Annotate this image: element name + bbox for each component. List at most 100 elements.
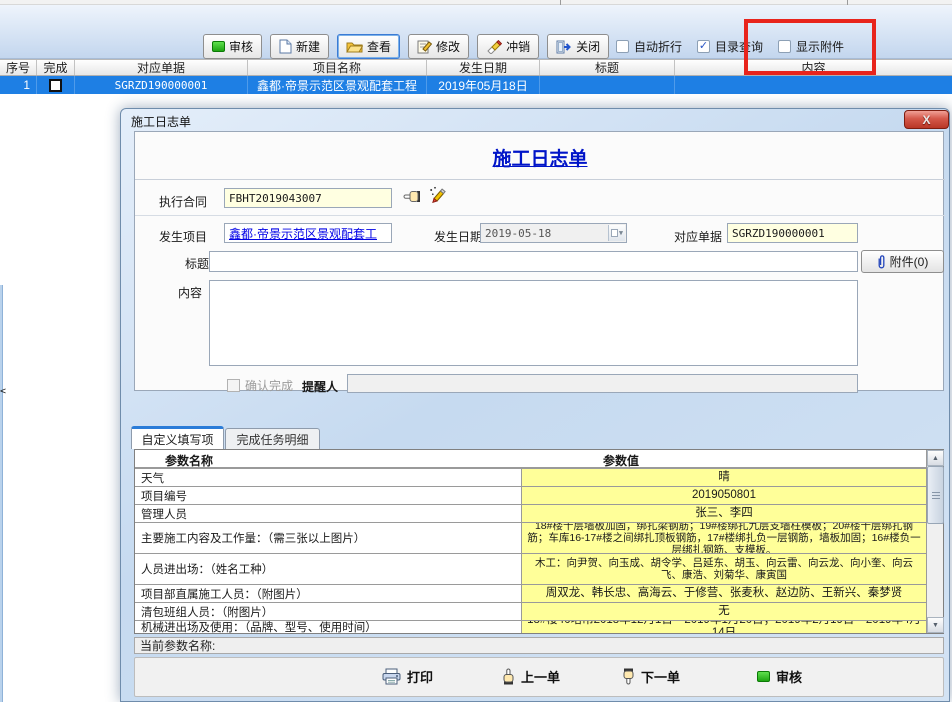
date-value: 2019-05-18 xyxy=(485,227,551,240)
grid-col-content[interactable]: 内容 xyxy=(675,60,952,75)
row-date: 2019年05月18日 xyxy=(427,76,540,94)
param-value[interactable]: 无 xyxy=(522,603,926,620)
row-project-name: 鑫都·帝景示范区景观配套工程 xyxy=(248,76,427,94)
attachment-button-label: 附件(0) xyxy=(890,253,929,270)
modify-button[interactable]: 修改 xyxy=(408,34,469,59)
close-button-label: 关闭 xyxy=(576,38,600,55)
contract-pick-hand-icon[interactable] xyxy=(403,189,421,204)
param-name: 管理人员 xyxy=(135,505,522,522)
row-seq: 1 xyxy=(0,76,37,94)
catalog-query-checkbox[interactable]: ✓ 目录查询 xyxy=(697,38,763,55)
param-value[interactable]: 张三、李四 xyxy=(522,505,926,522)
reverse-button-label: 冲销 xyxy=(506,38,530,55)
param-name: 主要施工内容及工作量：（需三张以上图片） xyxy=(135,523,522,553)
contract-input[interactable]: FBHT2019043007 xyxy=(224,188,392,208)
grid-col-doc[interactable]: 对应单据 xyxy=(75,60,248,75)
grid-col-date[interactable]: 发生日期 xyxy=(427,60,540,75)
left-splitter-bar[interactable] xyxy=(0,285,3,702)
splitter-collapse-icon[interactable]: < xyxy=(0,386,6,397)
param-name: 天气 xyxy=(135,469,522,486)
chevron-down-icon: ▼ xyxy=(619,229,623,237)
contract-edit-pen-icon[interactable] xyxy=(429,186,446,203)
grid-col-seq[interactable]: 序号 xyxy=(0,60,37,75)
param-value[interactable]: 18#楼40塔吊2018年12月1日－2019年1月20日；2019年2月19日… xyxy=(522,621,926,633)
close-button[interactable]: 关闭 xyxy=(547,34,609,59)
show-attachment-checkbox[interactable]: ✓ 显示附件 xyxy=(778,38,844,55)
param-row[interactable]: 天气 晴 xyxy=(135,469,926,487)
previous-order-button[interactable]: 上一单 xyxy=(502,667,560,686)
auto-wrap-checkbox[interactable]: ✓ 自动折行 xyxy=(616,38,682,55)
reminder-input[interactable] xyxy=(347,374,858,393)
new-button[interactable]: 新建 xyxy=(270,34,329,59)
dialog-close-button[interactable]: X xyxy=(904,110,949,129)
next-order-button[interactable]: 下一单 xyxy=(622,667,680,686)
row-done-checkbox[interactable] xyxy=(49,79,62,92)
param-row[interactable]: 项目部直属施工人员：（附图片） 周双龙、韩长忠、高海云、于修营、张麦秋、赵边防、… xyxy=(135,585,926,603)
row-done-cell xyxy=(37,76,75,94)
paperclip-icon xyxy=(877,254,886,270)
title-label: 标题 xyxy=(185,255,209,272)
params-scrollbar[interactable]: ▲ ▼ xyxy=(926,450,943,633)
param-row[interactable]: 管理人员 张三、李四 xyxy=(135,505,926,523)
scrollbar-thumb[interactable] xyxy=(927,466,944,524)
approve-green-square-icon xyxy=(757,671,770,682)
param-value[interactable]: 2019050801 xyxy=(522,487,926,504)
print-button[interactable]: 打印 xyxy=(382,667,433,686)
next-order-label: 下一单 xyxy=(641,667,680,686)
grid-col-done[interactable]: 完成 xyxy=(37,60,75,75)
checkbox-icon xyxy=(227,379,240,392)
param-name: 清包班组人员：（附图片） xyxy=(135,603,522,620)
tab-label: 完成任务明细 xyxy=(236,431,308,448)
grid-col-project[interactable]: 项目名称 xyxy=(248,60,427,75)
doc-input[interactable]: SGRZD190000001 xyxy=(727,223,858,243)
doc-label: 对应单据 xyxy=(674,228,722,245)
checkbox-icon: ✓ xyxy=(778,40,791,53)
param-row[interactable]: 主要施工内容及工作量：（需三张以上图片） 18#楼十层墙板加固，绑扎梁钢筋；19… xyxy=(135,523,926,554)
title-input[interactable] xyxy=(209,251,858,272)
previous-order-label: 上一单 xyxy=(521,667,560,686)
modify-edit-icon xyxy=(417,39,432,54)
param-value[interactable]: 木工：向尹贺、向玉成、胡令学、吕延东、胡玉、向云雷、向云龙、向小奎、向云飞、康浩… xyxy=(522,554,926,584)
attachment-button[interactable]: 附件(0) xyxy=(861,250,944,273)
date-dropdown-button[interactable]: ▼ xyxy=(608,225,625,241)
content-textarea[interactable] xyxy=(209,280,858,366)
grid-col-title[interactable]: 标题 xyxy=(540,60,675,75)
param-value[interactable]: 18#楼十层墙板加固，绑扎梁钢筋；19#楼绑扎九层支墙柱模板；20#楼十层绑扎钢… xyxy=(522,523,926,553)
param-row[interactable]: 机械进出场及使用：（品牌、型号、使用时间） 18#楼40塔吊2018年12月1日… xyxy=(135,621,926,633)
confirm-complete-checkbox: 确认完成 xyxy=(227,377,293,394)
view-folder-icon xyxy=(346,40,363,53)
modify-button-label: 修改 xyxy=(436,38,460,55)
toolbar-checkbox-group: ✓ 自动折行 ✓ 目录查询 ✓ 显示附件 xyxy=(616,38,844,55)
catalog-query-label: 目录查询 xyxy=(715,38,763,55)
view-button[interactable]: 查看 xyxy=(337,34,400,59)
param-row[interactable]: 清包班组人员：（附图片） 无 xyxy=(135,603,926,621)
main-toolbar: 审核 新建 查看 修改 xyxy=(0,5,952,59)
date-picker-field[interactable]: 2019-05-18 ▼ xyxy=(480,223,627,243)
scroll-down-icon[interactable]: ▼ xyxy=(927,617,944,633)
calendar-icon xyxy=(611,229,618,237)
audit-button[interactable]: 审核 xyxy=(203,34,262,59)
param-value[interactable]: 周双龙、韩长忠、高海云、于修营、张麦秋、赵边防、王新兴、秦梦贤 xyxy=(522,585,926,602)
close-door-icon xyxy=(556,40,572,54)
print-button-label: 打印 xyxy=(407,667,433,686)
checkbox-checked-icon: ✓ xyxy=(697,40,710,53)
tab-custom-fill-items[interactable]: 自定义填写项 xyxy=(131,426,224,449)
grid-selected-row[interactable]: 1 SGRZD190000001 鑫都·帝景示范区景观配套工程 2019年05月… xyxy=(0,76,952,94)
footer-audit-button[interactable]: 审核 xyxy=(757,667,802,686)
content-label: 内容 xyxy=(178,284,202,301)
param-name: 项目部直属施工人员：（附图片） xyxy=(135,585,522,602)
project-link-field[interactable]: 鑫都·帝景示范区景观配套工 xyxy=(224,223,392,243)
params-header-row: 参数名称 参数值 xyxy=(135,450,943,469)
params-table: 参数名称 参数值 天气 晴 项目编号 2019050801 管理人员 张三、李四… xyxy=(134,449,944,634)
new-button-label: 新建 xyxy=(296,38,320,55)
param-row[interactable]: 人员进出场：（姓名工种） 木工：向尹贺、向玉成、胡令学、吕延东、胡玉、向云雷、向… xyxy=(135,554,926,585)
param-row[interactable]: 项目编号 2019050801 xyxy=(135,487,926,505)
tab-task-detail[interactable]: 完成任务明细 xyxy=(225,428,320,449)
scroll-up-icon[interactable]: ▲ xyxy=(927,450,944,466)
reverse-button[interactable]: 冲销 xyxy=(477,34,539,59)
param-name: 人员进出场：（姓名工种） xyxy=(135,554,522,584)
new-document-icon xyxy=(279,39,292,54)
param-value[interactable]: 晴 xyxy=(522,469,926,486)
date-label: 发生日期 xyxy=(434,228,482,245)
project-link-text[interactable]: 鑫都·帝景示范区景观配套工 xyxy=(229,225,377,242)
